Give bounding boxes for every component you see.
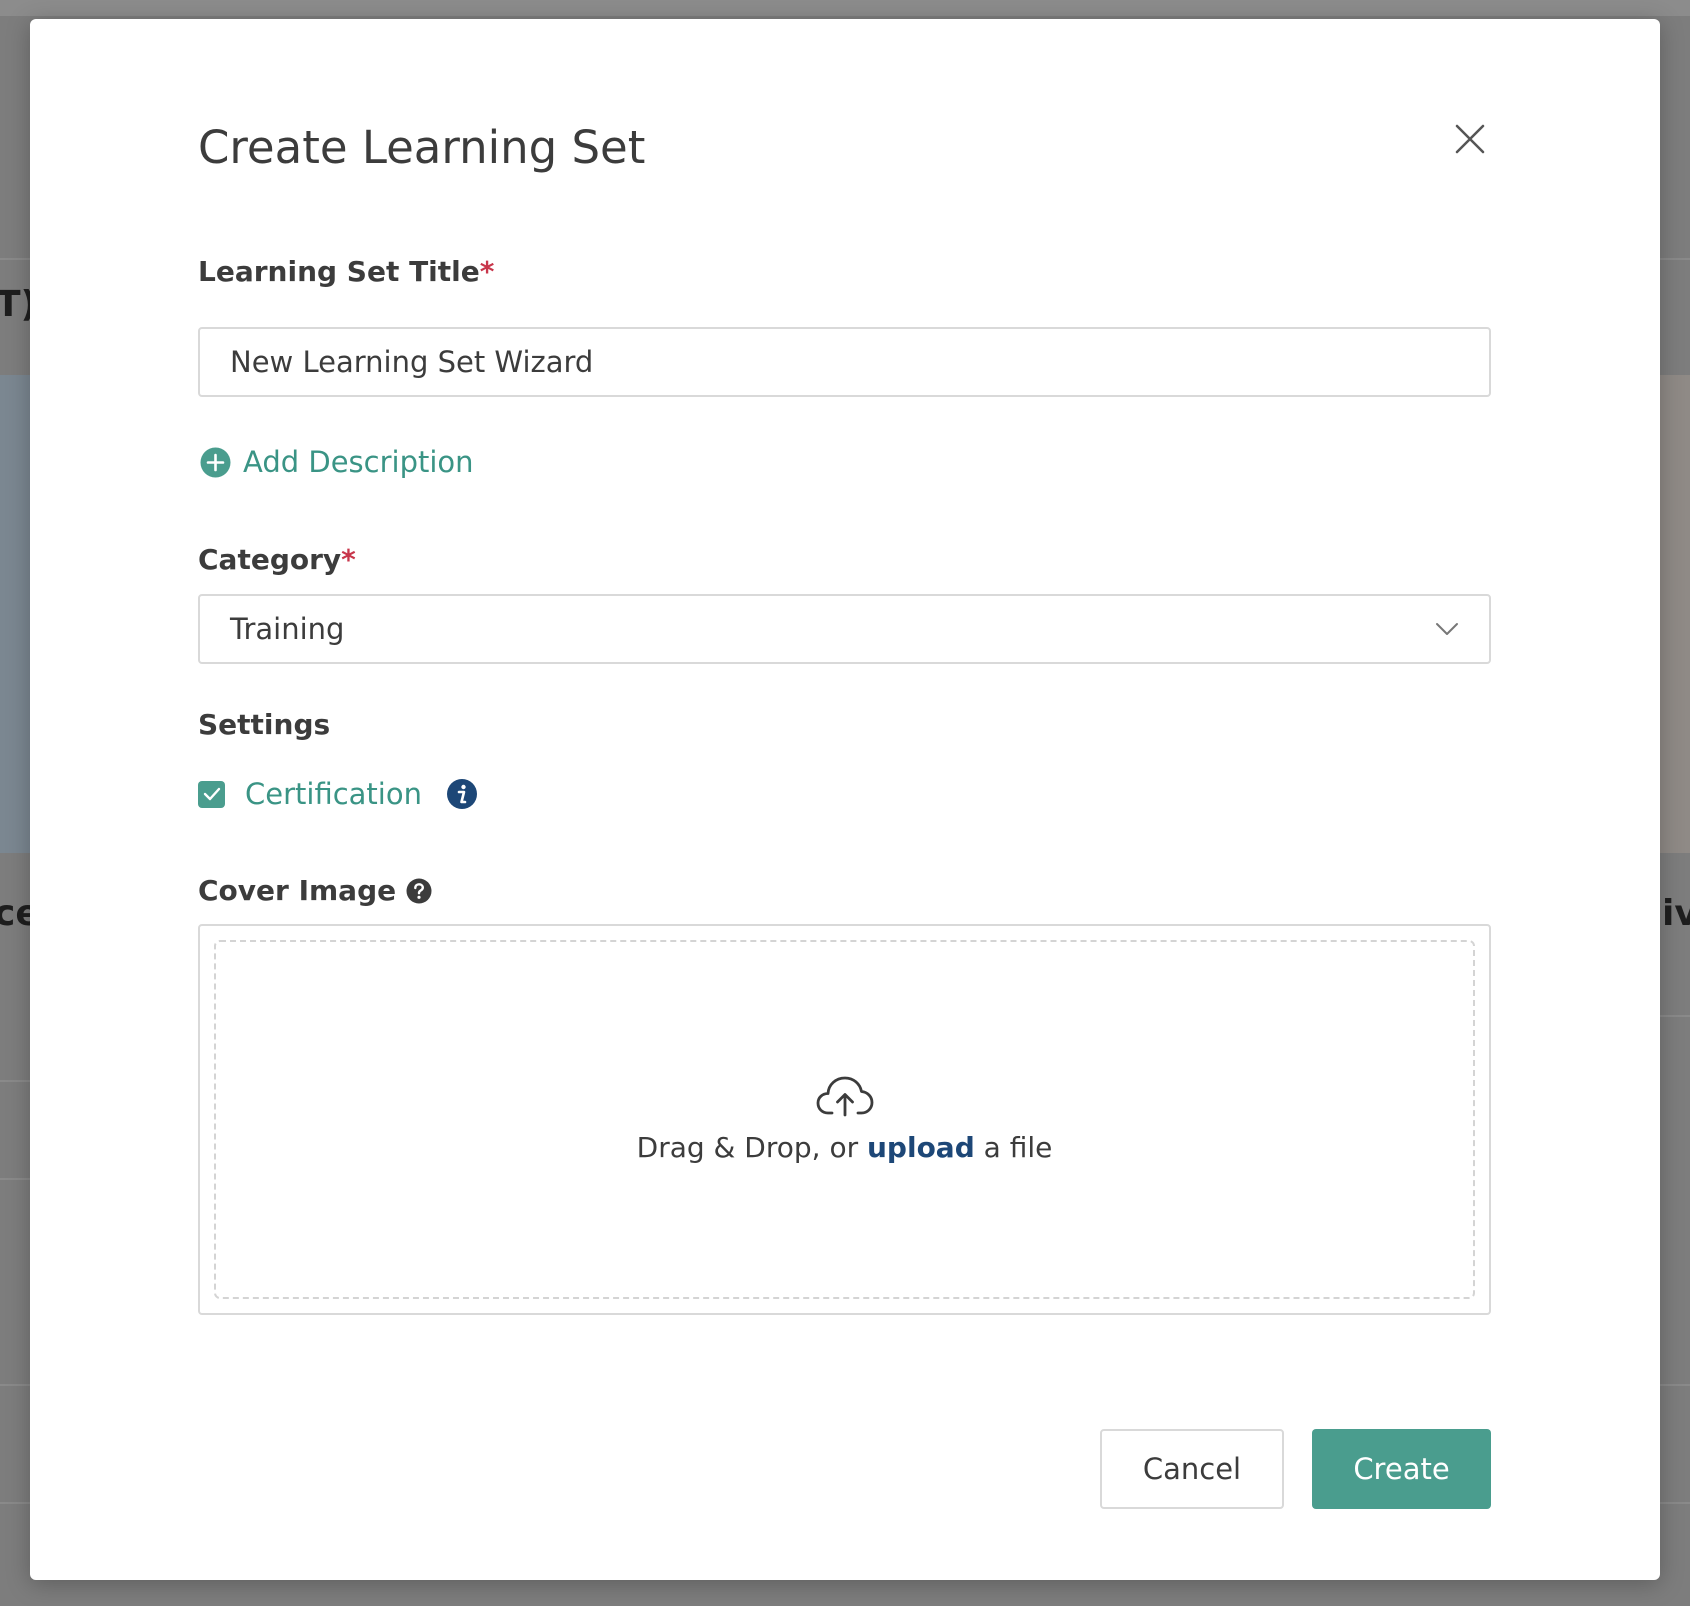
info-icon[interactable] [446,779,477,809]
background-divider [0,1502,30,1504]
background-divider [0,1178,30,1180]
background-divider [1660,1384,1690,1386]
title-field-label-text: Learning Set Title [198,255,480,288]
certification-setting: Certification [198,777,477,811]
cancel-button[interactable]: Cancel [1100,1429,1284,1509]
background-divider [0,258,30,260]
background-card-image [0,375,30,853]
cover-image-label: Cover Image [198,874,397,907]
cover-image-dropzone: Drag & Drop, or upload a file [198,924,1491,1315]
question-circle-icon[interactable] [406,878,432,904]
background-divider [0,1384,30,1386]
title-field-label: Learning Set Title* [198,255,494,288]
create-learning-set-modal: Create Learning Set Learning Set Title* … [30,19,1660,1580]
upload-link[interactable]: upload [867,1131,975,1164]
background-divider [1660,1015,1690,1017]
category-label-text: Category [198,543,342,576]
create-button[interactable]: Create [1312,1429,1491,1509]
background-divider [0,1080,30,1082]
dropzone-text-prefix: Drag & Drop, or [636,1131,859,1164]
modal-title: Create Learning Set [198,121,646,174]
cloud-upload-icon [816,1076,873,1117]
background-text-fragment: iv [1662,893,1690,934]
close-button[interactable] [1450,119,1490,159]
category-select[interactable]: Training [198,594,1491,664]
learning-set-title-input[interactable] [198,327,1491,397]
checkmark-icon [203,787,220,801]
close-icon [1455,124,1485,154]
required-asterisk: * [341,543,356,576]
category-selected-value: Training [230,612,345,646]
background-divider [1660,1502,1690,1504]
cover-image-drop-area[interactable]: Drag & Drop, or upload a file [214,940,1475,1299]
background-card-image [1660,375,1690,853]
dropzone-text-suffix: a file [983,1131,1053,1164]
add-description-label: Add Description [243,445,474,479]
dropzone-instructions: Drag & Drop, or upload a file [637,1131,1053,1164]
chevron-down-icon [1436,623,1458,635]
background-divider [1660,258,1690,260]
background-divider [0,0,1690,16]
settings-label: Settings [198,708,331,741]
add-description-link[interactable]: Add Description [200,445,474,479]
required-asterisk: * [479,255,495,288]
certification-label[interactable]: Certification [245,777,422,811]
cover-image-label-row: Cover Image [198,874,432,907]
certification-checkbox[interactable] [198,780,225,808]
plus-circle-icon [200,447,231,477]
category-field-label: Category* [198,543,356,576]
